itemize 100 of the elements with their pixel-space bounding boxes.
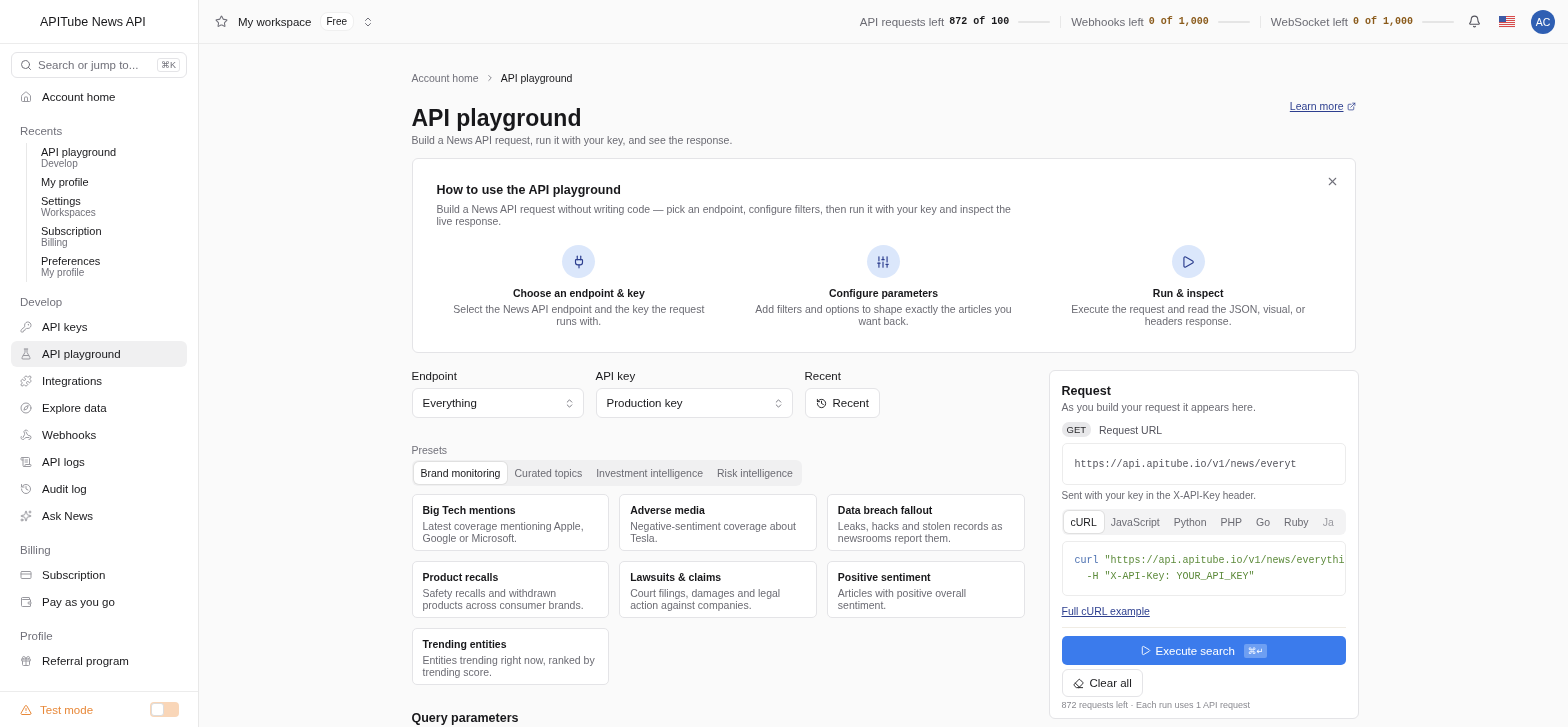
nav-item[interactable]: Explore data — [11, 395, 187, 421]
breadcrumb-current: API playground — [500, 72, 573, 84]
recent-item[interactable]: Preferences — [41, 255, 187, 267]
preset-title: Trending entities — [422, 638, 508, 650]
home-icon — [20, 91, 32, 103]
history-icon — [815, 397, 827, 409]
panel-title: Request — [1061, 384, 1112, 398]
star-icon[interactable] — [215, 15, 228, 28]
nav-item[interactable]: Referral program — [11, 648, 187, 674]
api-key-select[interactable]: Production key — [595, 388, 793, 418]
external-link-icon — [1346, 101, 1356, 111]
language-tab[interactable]: PHP — [1213, 511, 1250, 533]
recent-item[interactable]: My profile — [41, 176, 187, 188]
webhook-icon — [20, 429, 32, 441]
search-field[interactable]: Search or jump to... ⌘K — [11, 52, 187, 78]
request-url-field[interactable]: https://api.apitube.io/v1/news/everyt — [1061, 443, 1346, 485]
preset-card[interactable]: Product recalls Safety recalls and withdrawn products across consumer brands. — [411, 561, 610, 618]
nav-item[interactable]: Integrations — [11, 368, 187, 394]
preset-card[interactable]: Data breach fallout Leaks, hacks and stolen records as newsrooms report them. — [826, 494, 1025, 551]
preset-tab[interactable]: Risk intelligence — [710, 462, 800, 484]
url-label: Request URL — [1099, 423, 1163, 436]
user-avatar[interactable]: AC — [1531, 9, 1555, 34]
bell-icon[interactable] — [1468, 15, 1481, 28]
history-icon — [20, 483, 32, 495]
compass-icon — [20, 402, 32, 414]
recent-item[interactable]: Settings — [41, 195, 187, 207]
preset-description: Leaks, hacks and stolen records as newsrooms report them. — [837, 520, 1004, 544]
recent-button[interactable]: Recent — [804, 388, 880, 418]
preset-tab[interactable]: Curated topics — [507, 462, 590, 484]
requests-note: 872 requests left · Each run uses 1 API request — [1061, 700, 1252, 710]
meter-value: 872 of 100 — [949, 16, 1010, 27]
language-tab[interactable]: cURL — [1063, 511, 1104, 533]
preset-card[interactable]: Positive sentiment Articles with positive overall sentiment. — [826, 561, 1025, 618]
flask-icon — [20, 348, 32, 360]
step-description: Execute the request and read the JSON, visual, or headers response. — [1070, 303, 1307, 327]
breadcrumb-link[interactable]: Account home — [411, 72, 479, 84]
flag-icon[interactable] — [1499, 15, 1515, 28]
workspace-name[interactable]: My workspace — [238, 15, 312, 28]
language-tab[interactable]: Go — [1249, 511, 1278, 533]
nav-item[interactable]: Subscription — [11, 562, 187, 588]
step-description: Add filters and options to shape exactly the articles you want back. — [754, 303, 1013, 327]
preset-card[interactable]: Big Tech mentions Latest coverage mentioning Apple, Google or Microsoft. — [411, 494, 610, 551]
search-placeholder: Search or jump to... — [38, 59, 139, 71]
nav-item[interactable]: API playground — [11, 341, 187, 367]
meter-label: Webhooks left — [1071, 15, 1144, 28]
language-tab[interactable]: Python — [1166, 511, 1214, 533]
code-block: curl "https://api.apitube.io/v1/news/everythi -H "X-API-Key: YOUR_API_KEY" — [1061, 541, 1346, 596]
clear-button[interactable]: Clear all — [1061, 669, 1143, 697]
panel-subtitle: As you build your request it appears here. — [1061, 401, 1257, 413]
field-label: Endpoint — [411, 370, 458, 382]
preset-card[interactable]: Trending entities Entities trending right now, ranked by trending score. — [411, 628, 610, 685]
example-link[interactable]: Full cURL example — [1061, 605, 1150, 617]
field-label: API key — [595, 370, 637, 382]
preset-title: Big Tech mentions — [422, 504, 517, 516]
section-heading: Query parameters — [411, 711, 520, 725]
nav-item[interactable]: Account home — [11, 84, 187, 110]
sliders-icon — [867, 245, 900, 278]
preset-description: Negative-sentiment coverage about Tesla. — [630, 520, 797, 544]
endpoint-select[interactable]: Everything — [411, 388, 584, 418]
method-badge: GET — [1061, 422, 1092, 437]
sparkle-icon — [20, 510, 32, 522]
step-title: Configure parameters — [828, 287, 939, 299]
nav-item[interactable]: Webhooks — [11, 422, 187, 448]
meter-label: API requests left — [859, 15, 945, 28]
preset-description: Latest coverage mentioning Apple, Google or Microsoft. — [422, 520, 585, 544]
recent-item-section: Workspaces — [41, 207, 187, 218]
puzzle-icon — [20, 375, 32, 387]
recent-item[interactable]: Subscription — [41, 225, 187, 237]
brand-name: APITube News API — [0, 0, 198, 44]
learn-more-link[interactable]: Learn more — [1289, 100, 1356, 112]
play-icon — [1171, 245, 1205, 278]
preset-description: Articles with positive overall sentiment. — [837, 587, 968, 611]
language-tab[interactable]: JavaScript — [1103, 511, 1167, 533]
test-mode-toggle[interactable] — [150, 702, 179, 717]
preset-tab[interactable]: Investment intelligence — [589, 462, 710, 484]
page-subtitle: Build a News API request, run it with your key, and see the response. — [411, 134, 733, 146]
nav-item[interactable]: Ask News — [11, 503, 187, 529]
recent-item[interactable]: API playground — [41, 146, 187, 158]
preset-card[interactable]: Lawsuits & claims Court filings, damages and legal action against companies. — [619, 561, 817, 618]
nav-item[interactable]: API logs — [11, 449, 187, 475]
meter-value: 0 of 1,000 — [1148, 16, 1209, 27]
gift-icon — [20, 655, 32, 667]
section-title: Profile — [19, 629, 54, 644]
url-note: Sent with your key in the X-API-Key header. — [1061, 490, 1258, 501]
recent-item-section: Billing — [41, 237, 187, 248]
meter-value: 0 of 1,000 — [1353, 16, 1413, 27]
nav-item[interactable]: API keys — [11, 314, 187, 340]
preset-title: Data breach fallout — [837, 504, 934, 516]
preset-tab[interactable]: Brand monitoring — [413, 462, 508, 484]
warning-icon — [20, 703, 32, 716]
nav-item[interactable]: Audit log — [11, 476, 187, 502]
nav-item[interactable]: Pay as you go — [11, 589, 187, 615]
credit-card-icon — [20, 569, 32, 581]
preset-description: Safety recalls and withdrawn products across consumer brands. — [422, 587, 585, 611]
plug-icon — [562, 245, 596, 278]
language-tab[interactable]: Ruby — [1277, 511, 1316, 533]
preset-card[interactable]: Adverse media Negative-sentiment coverage about Tesla. — [619, 494, 817, 551]
card-description: Build a News API request without writing code — pick an endpoint, configure filters, then run it with your key and inspect the live response. — [436, 203, 1012, 227]
execute-button[interactable]: Execute search ⌘↵ — [1061, 636, 1346, 665]
eraser-icon — [1072, 677, 1084, 689]
